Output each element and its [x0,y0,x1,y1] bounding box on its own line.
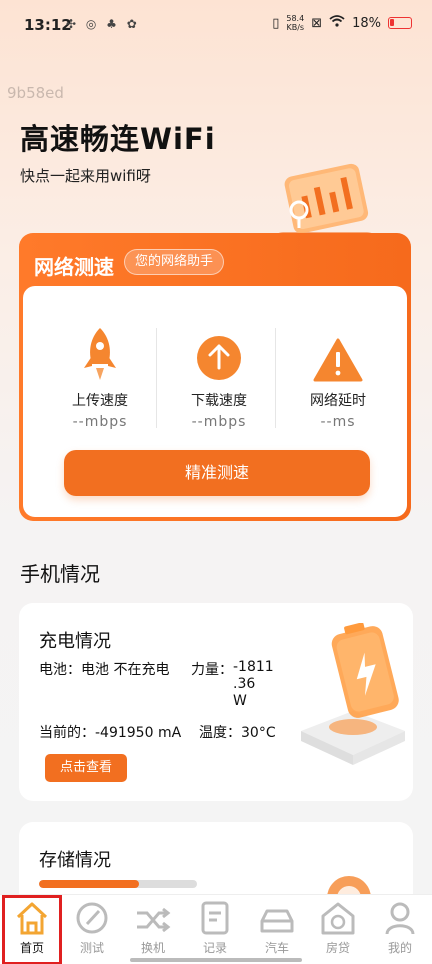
tab-test[interactable]: 测试 [63,895,121,964]
storage-progress-fill [39,880,139,888]
power-label: 力量： [191,662,233,678]
gauge-icon [76,902,108,934]
tab-home[interactable]: 首页 [2,895,62,964]
latency-metric: 网络延时 --ms [278,328,398,430]
tab-car[interactable]: 汽车 [248,895,306,964]
download-value: --mbps [191,414,247,430]
home-indicator[interactable] [130,958,302,962]
metric-divider [275,328,276,428]
warning-triangle-icon [313,338,363,382]
status-time: 13:12 [24,16,72,34]
speed-test-panel: 上传速度 --mbps 下载速度 --mbps 网络延时 --ms 精准测速 [23,286,407,517]
status-right: ▯ 58.4 KB/s ⊠ 18% [272,14,412,32]
tab-label: 换机 [140,941,165,955]
storage-progress-bar [39,880,197,888]
wifi-icon [329,15,345,31]
power-value-line: -1811 [233,659,274,675]
bottom-tab-bar: 首页 测试 换机 记录 汽车 房贷 我的 [0,894,432,964]
tab-profile[interactable]: 我的 [371,895,429,964]
user-icon [385,902,415,935]
speed-test-title: 网络测速 [34,255,114,279]
temperature-row: 温度：30°C [199,722,276,742]
tab-records[interactable]: 记录 [186,895,244,964]
upload-label: 上传速度 [72,393,128,409]
battery-label: 电池： [39,662,81,678]
download-metric: 下载速度 --mbps [159,328,279,430]
battery-illustration [301,623,405,765]
net-speed-value: 58.4 [286,14,305,23]
rocket-icon [84,328,116,380]
tab-label: 记录 [202,941,227,955]
metric-divider [156,328,157,428]
arrow-up-circle-icon [197,336,241,380]
net-speed-unit: KB/s [286,23,305,32]
tab-mortgage[interactable]: 房贷 [309,895,367,964]
car-icon [260,909,294,933]
battery-value: 电池 不在充电 [81,662,170,678]
phone-status-title: 手机情况 [20,562,100,586]
power-value-line: W [233,693,247,709]
home-icon [16,902,48,935]
power-value: -1811 .36 W [233,659,274,710]
speed-test-tag: 您的网络助手 [124,249,225,275]
hero-subtitle: 快点一起来用wifi呀 [20,167,151,185]
tab-label: 房贷 [325,941,350,955]
charging-title: 充电情况 [39,631,111,652]
tab-switch-phone[interactable]: 换机 [124,895,182,964]
vibrate-icon: ▯ [272,15,280,31]
tab-label: 首页 [19,941,44,955]
battery-icon [388,17,412,29]
latency-value: --ms [320,414,356,430]
status-bar: 13:12 ✣ ◎ ♣ ✿ ▯ 58.4 KB/s ⊠ 18% [0,0,432,52]
current-value: -491950 mA [95,725,182,741]
tab-label: 测试 [79,941,104,955]
battery-row: 电池：电池 不在充电 [39,659,169,679]
document-icon [201,901,229,935]
power-value-line: .36 [233,676,256,692]
latency-label: 网络延时 [310,393,366,409]
charging-card: 充电情况 电池：电池 不在充电 力量： -1811 .36 W 当前的：-491… [19,603,413,801]
download-label: 下载速度 [191,393,247,409]
shuffle-icon [137,907,171,933]
current-row: 当前的：-491950 mA [39,722,181,742]
notification-icons: ✣ ◎ ♣ ✿ [66,17,140,31]
temperature-label: 温度： [199,725,241,741]
house-money-icon [321,902,355,935]
watermark: 9b58ed [7,84,64,102]
storage-title: 存储情况 [39,850,111,871]
view-details-button[interactable]: 点击查看 [45,754,127,782]
current-label: 当前的： [39,725,95,741]
net-speed: 58.4 KB/s [286,14,304,32]
sim-off-icon: ⊠ [311,15,323,31]
tab-label: 汽车 [264,941,289,955]
temperature-value: 30°C [241,725,276,741]
upload-metric: 上传速度 --mbps [40,328,160,430]
precise-test-button[interactable]: 精准测速 [64,450,370,496]
battery-percent: 18% [352,15,381,31]
speed-test-card: 网络测速 您的网络助手 上传速度 --mbps 下载速度 --mbps 网络延时… [19,233,411,521]
tab-label: 我的 [387,941,412,955]
hero-title: 高速畅连WiFi [20,122,216,156]
upload-value: --mbps [72,414,128,430]
